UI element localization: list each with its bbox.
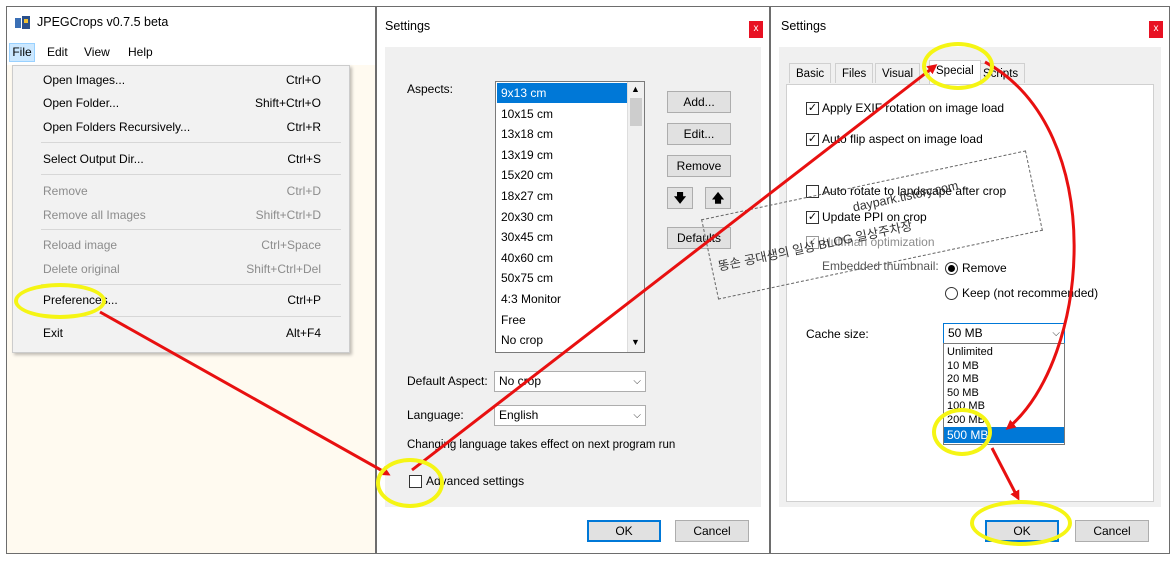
highlight-500mb [932,408,992,456]
arrow-advanced-to-special-tab [411,64,938,472]
arrow-500mb-to-ok [990,447,1020,501]
arrow-preferences-to-advanced [99,310,391,476]
highlight-preferences [14,283,106,319]
arrow-special-to-500mb [984,60,1076,430]
highlight-advanced-settings [376,458,444,508]
annotation-overlay [99,60,1076,501]
highlight-ok-button [970,500,1072,546]
highlight-special-tab [922,42,994,90]
